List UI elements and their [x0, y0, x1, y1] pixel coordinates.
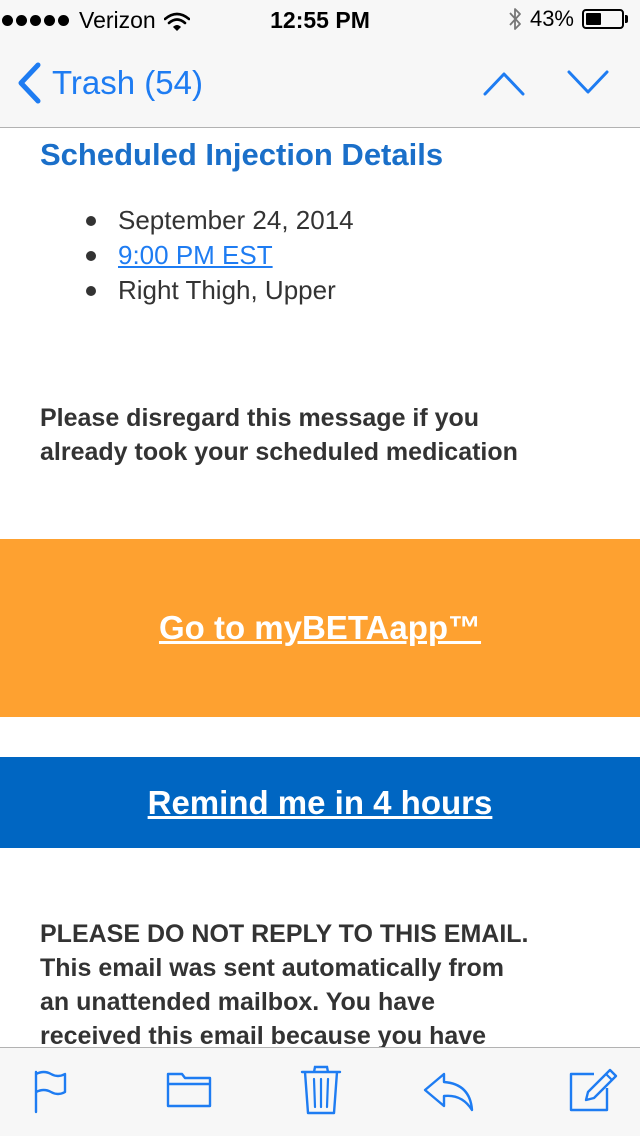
detail-date: September 24, 2014	[118, 205, 354, 235]
bluetooth-icon	[509, 8, 521, 30]
notice-line: Please disregard this message if you	[40, 404, 480, 432]
bullet-icon	[86, 285, 96, 296]
detail-location: Right Thigh, Upper	[118, 275, 336, 305]
bullet-icon	[86, 250, 96, 261]
message-nav	[482, 68, 610, 98]
status-bar: Verizon 12:55 PM 43%	[0, 0, 640, 40]
status-right: 43%	[508, 6, 628, 32]
disclaimer: PLEASE DO NOT REPLY TO THIS EMAIL. This …	[40, 917, 610, 1047]
disregard-notice: Please disregard this message if you alr…	[40, 401, 610, 469]
disclaimer-line: PLEASE DO NOT REPLY TO THIS EMAIL.	[40, 920, 529, 948]
list-item: 9:00 PM EST	[40, 238, 354, 273]
flag-icon[interactable]	[30, 1068, 70, 1116]
chevron-down-icon[interactable]	[566, 68, 610, 98]
remind-me-button[interactable]: Remind me in 4 hours	[0, 757, 640, 848]
injection-details-list: September 24, 2014 9:00 PM EST Right Thi…	[40, 203, 354, 308]
chevron-left-icon	[18, 62, 41, 104]
disclaimer-line: This email was sent automatically from	[40, 954, 505, 982]
go-to-app-label: Go to myBETAapp™	[158, 609, 482, 646]
nav-bar: Trash (54)	[0, 40, 640, 128]
back-label: Trash (54)	[52, 64, 203, 101]
battery-icon	[582, 9, 628, 29]
bullet-icon	[86, 215, 96, 226]
detail-time-link[interactable]: 9:00 PM EST	[118, 238, 273, 273]
battery-fill	[586, 13, 601, 25]
go-to-app-button[interactable]: Go to myBETAapp™	[0, 539, 640, 717]
list-item: Right Thigh, Upper	[40, 273, 354, 308]
bottom-toolbar	[0, 1047, 640, 1136]
trash-icon[interactable]	[300, 1064, 342, 1116]
battery-percent: 43%	[529, 6, 574, 31]
list-item: September 24, 2014	[40, 203, 354, 238]
folder-icon[interactable]	[166, 1068, 212, 1110]
chevron-up-icon[interactable]	[482, 68, 526, 98]
disclaimer-line: an unattended mailbox. You have	[40, 988, 435, 1016]
notice-line: already took your scheduled medication	[40, 438, 518, 466]
email-body[interactable]: Scheduled Injection Details September 24…	[0, 129, 640, 1047]
reply-icon[interactable]	[422, 1070, 476, 1114]
email-heading: Scheduled Injection Details	[40, 137, 444, 172]
back-button[interactable]: Trash (54)	[16, 62, 203, 104]
remind-me-label: Remind me in 4 hours	[147, 783, 493, 821]
disclaimer-line: received this email because you have	[40, 1022, 487, 1047]
compose-icon[interactable]	[568, 1066, 618, 1114]
